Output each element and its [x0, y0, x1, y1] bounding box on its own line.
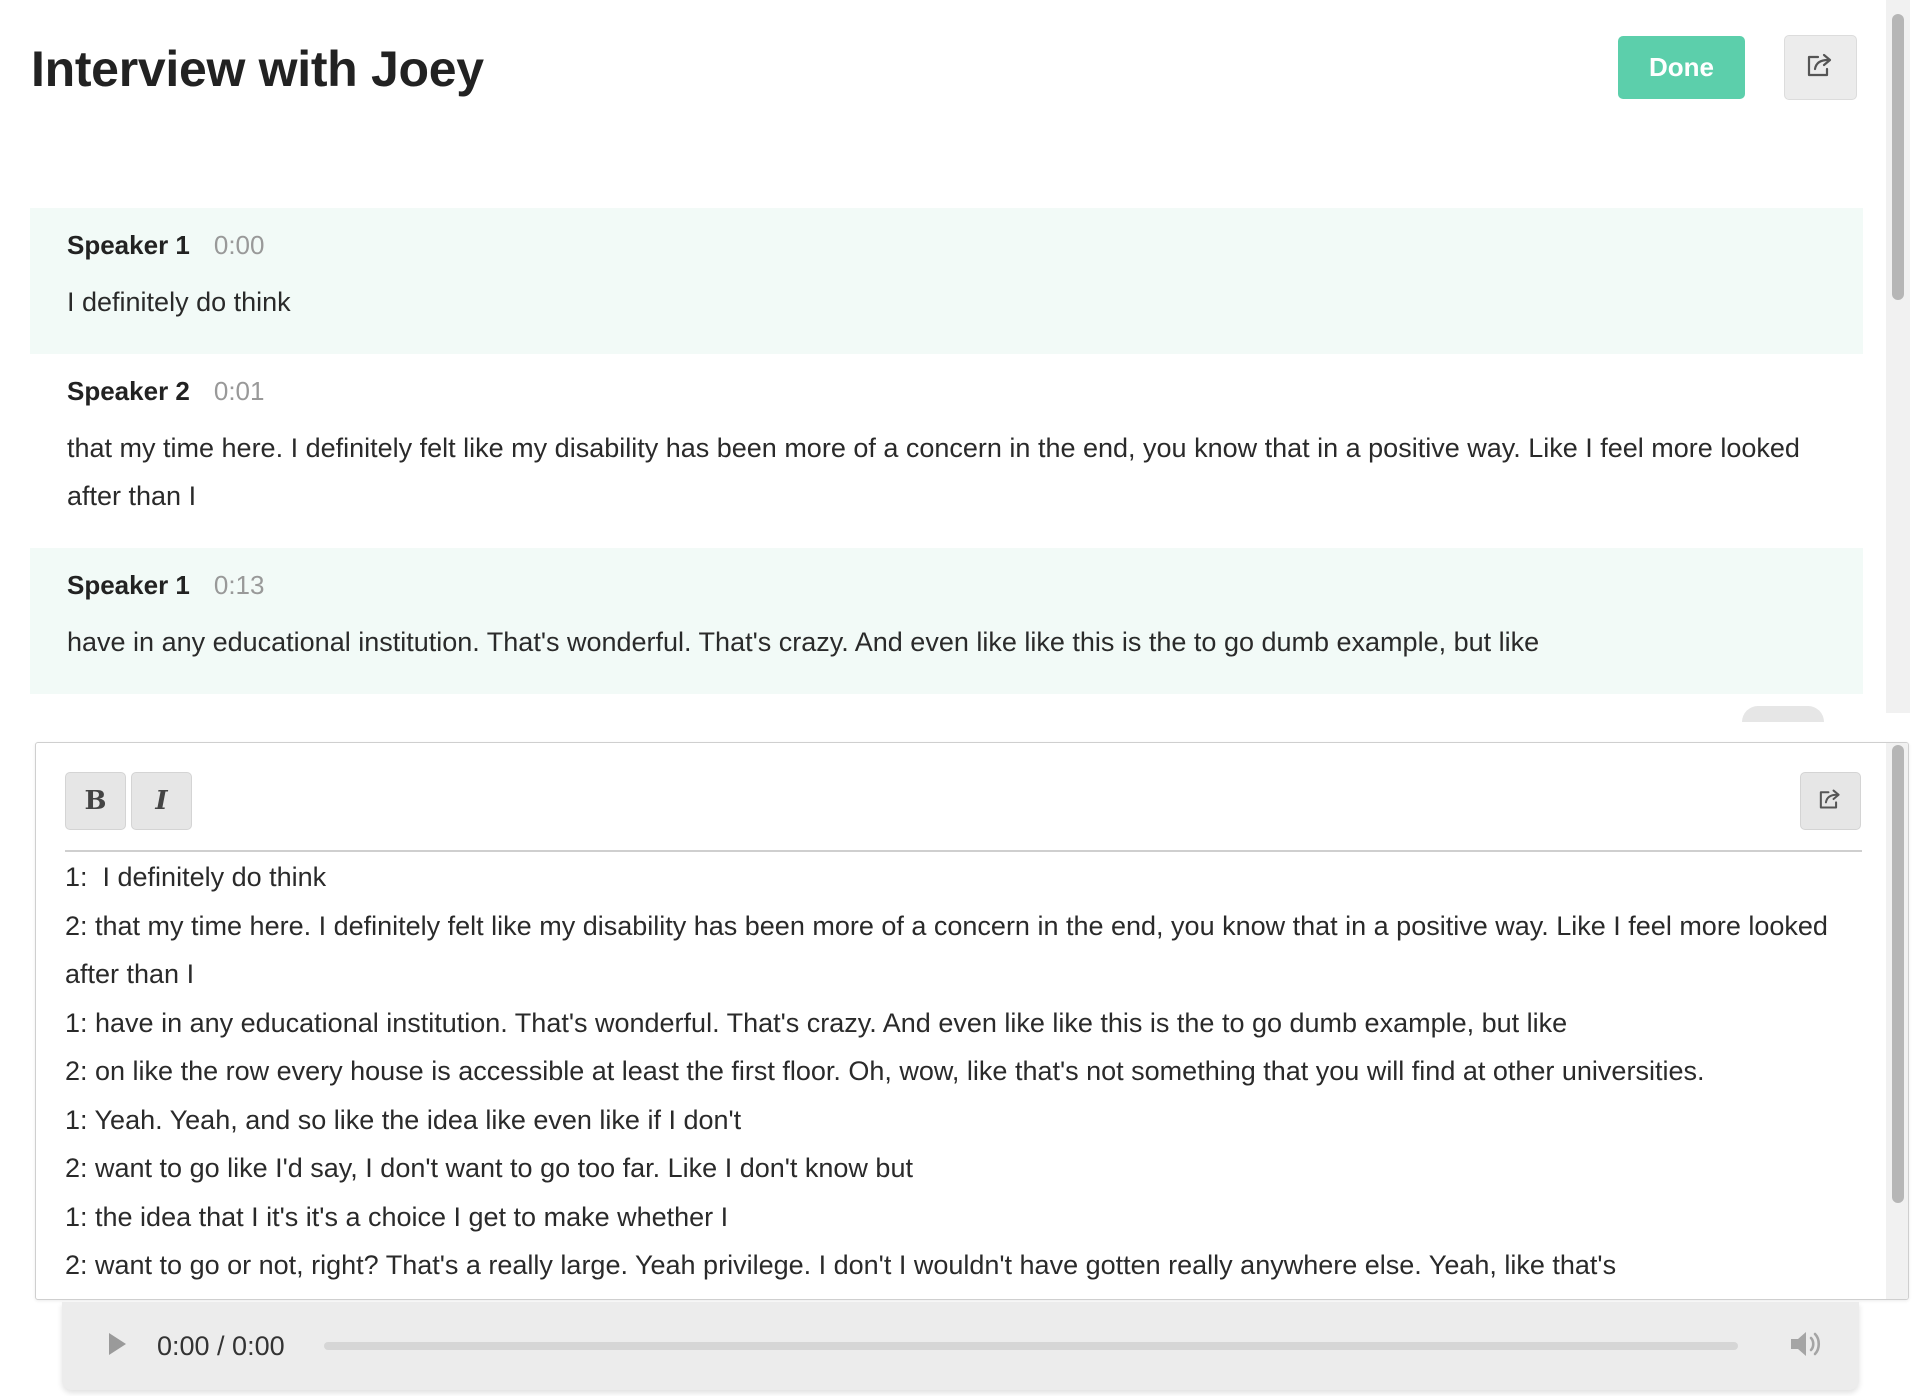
editor-share-button[interactable] — [1800, 772, 1861, 830]
editor-line: 2: on like the row every house is access… — [65, 1056, 1705, 1086]
italic-button[interactable]: I — [131, 772, 192, 830]
segment-header: Speaker 1 0:00 — [67, 230, 1826, 266]
play-icon — [106, 1331, 128, 1362]
app-window: Interview with Joey Done Speaker 1 0:00 … — [0, 0, 1924, 1396]
volume-icon — [1789, 1329, 1823, 1364]
share-icon — [1818, 788, 1844, 815]
editor-line: 1: have in any educational institution. … — [65, 1007, 1568, 1038]
share-icon — [1806, 52, 1836, 83]
audio-time: 0:00 / 0:00 — [157, 1331, 285, 1361]
segment-text: that my time here. I definitely felt lik… — [67, 433, 1800, 511]
editor-line: 1: I definitely do think — [65, 862, 327, 892]
timestamp[interactable]: 0:01 — [214, 376, 265, 407]
editor-line: 2: that my time here. I definitely felt … — [65, 910, 1836, 990]
done-button[interactable]: Done — [1618, 36, 1745, 99]
editor-line: 2: want to go or not, right? That's a re… — [65, 1250, 1617, 1280]
segment-text: have in any educational institution. Tha… — [67, 627, 1540, 657]
speaker-name: Speaker 2 — [67, 376, 190, 406]
editor-scrollbar[interactable] — [1886, 743, 1908, 1299]
editor-line: 1: the idea that I it's it's a choice I … — [65, 1201, 729, 1232]
transcript-list: Speaker 1 0:00 I definitely do think Spe… — [30, 208, 1863, 713]
volume-button[interactable] — [1787, 1327, 1825, 1365]
transcript-segment[interactable]: Speaker 2 0:01 that my time here. I defi… — [30, 354, 1863, 548]
audio-player: 0:00 / 0:00 — [62, 1302, 1859, 1390]
editor-line: 1: Yeah. Yeah, and so like the idea like… — [65, 1104, 742, 1135]
editor-scrollbar-thumb[interactable] — [1892, 745, 1904, 1203]
transcript-segment[interactable]: Speaker 1 0:13 have in any educational i… — [30, 548, 1863, 694]
toolbar-divider — [65, 850, 1862, 852]
transcript-segment[interactable]: Speaker 1 0:00 I definitely do think — [30, 208, 1863, 354]
editor-text-area[interactable]: 1: I definitely do think 2: that my time… — [65, 853, 1865, 1298]
editor-line: 2: want to go like I'd say, I don't want… — [65, 1153, 913, 1183]
page-title: Interview with Joey — [31, 41, 484, 97]
timestamp[interactable]: 0:13 — [214, 570, 265, 601]
segment-header: Speaker 1 0:13 — [67, 570, 1826, 606]
hidden-control-edge — [1742, 706, 1824, 722]
segment-text: I definitely do think — [67, 287, 291, 317]
main-scrollbar[interactable] — [1886, 0, 1910, 713]
speaker-name: Speaker 1 — [67, 570, 190, 600]
speaker-name: Speaker 1 — [67, 230, 190, 260]
seek-bar[interactable] — [324, 1342, 1738, 1350]
bold-button[interactable]: B — [65, 772, 126, 830]
segment-header: Speaker 2 0:01 — [67, 376, 1826, 412]
timestamp[interactable]: 0:00 — [214, 230, 265, 261]
transcript-editor: B I 1: I definitely do think 2: that my … — [35, 742, 1909, 1300]
main-scrollbar-thumb[interactable] — [1892, 14, 1904, 300]
share-button[interactable] — [1784, 35, 1857, 100]
play-button[interactable] — [100, 1329, 134, 1363]
